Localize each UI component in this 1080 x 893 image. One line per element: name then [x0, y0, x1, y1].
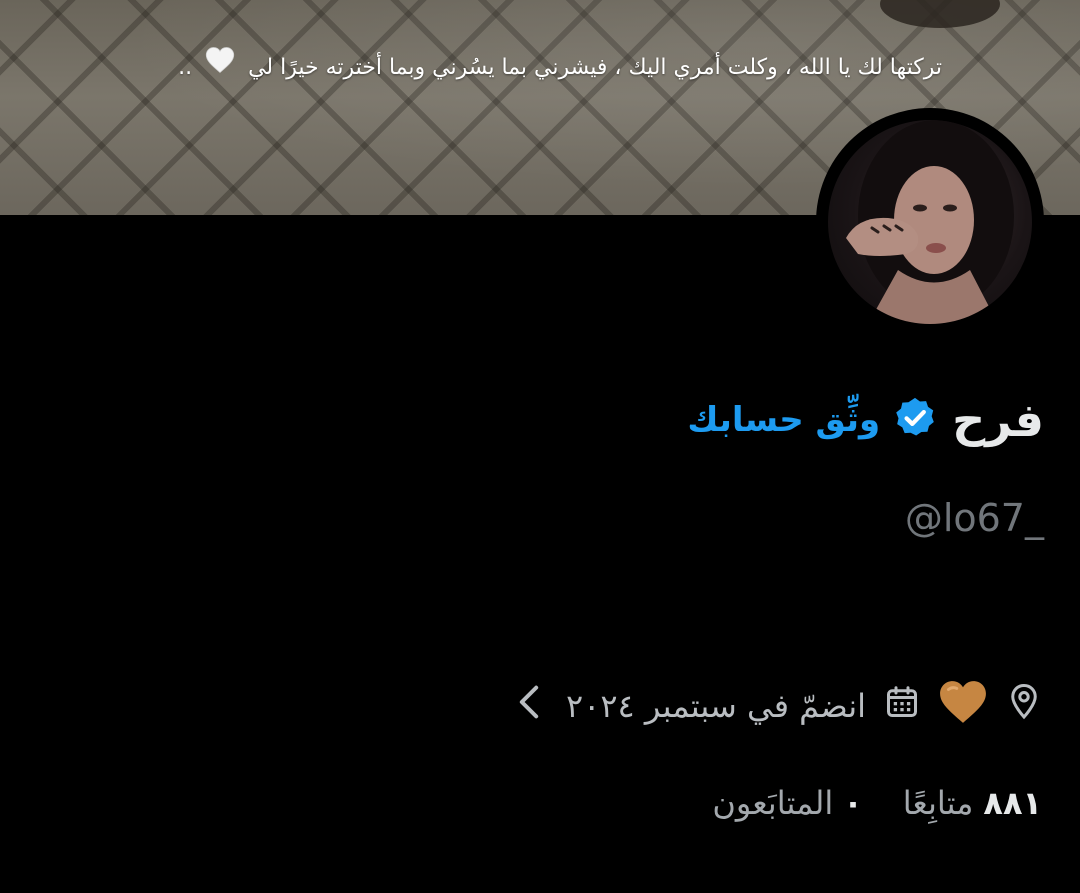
name-row: فرح وثِّق حسابك: [687, 388, 1044, 452]
user-handle: @lo67_: [904, 496, 1044, 540]
following-count: ٨٨١: [983, 784, 1042, 822]
banner-caption-text: تركتها لك يا الله ، وكلت أمري اليك ، فيش…: [248, 55, 942, 80]
avatar[interactable]: [816, 108, 1044, 336]
display-name: فرح: [952, 393, 1044, 447]
verified-badge-icon: [892, 395, 938, 445]
banner-object: [880, 0, 1000, 28]
banner-caption-ellipsis: ..: [178, 55, 193, 80]
brown-heart-icon: [938, 679, 988, 733]
joined-date: انضمّ في سبتمبر ٢٠٢٤: [565, 687, 866, 725]
banner-caption: تركتها لك يا الله ، وكلت أمري اليك ، فيش…: [22, 42, 942, 94]
verify-account-label: وثِّق حسابك: [687, 400, 881, 440]
followers-count: ٠: [843, 784, 863, 822]
followers-label: المتابَعون: [712, 784, 834, 822]
avatar-image: [828, 120, 1032, 324]
calendar-icon: [884, 683, 920, 729]
white-heart-icon: [205, 42, 235, 94]
followers-stat[interactable]: ٠ المتابَعون: [712, 784, 862, 822]
profile-meta-row: انضمّ في سبتمبر ٢٠٢٤: [518, 680, 1042, 732]
location-pin-icon: [1006, 682, 1042, 730]
following-stat[interactable]: ٨٨١ متابِعًا: [903, 784, 1042, 822]
chevron-left-icon[interactable]: [518, 684, 540, 728]
following-label: متابِعًا: [902, 784, 974, 822]
verify-account-button[interactable]: وثِّق حسابك: [687, 395, 938, 445]
follow-stats: ٠ المتابَعون ٨٨١ متابِعًا: [712, 778, 1042, 828]
